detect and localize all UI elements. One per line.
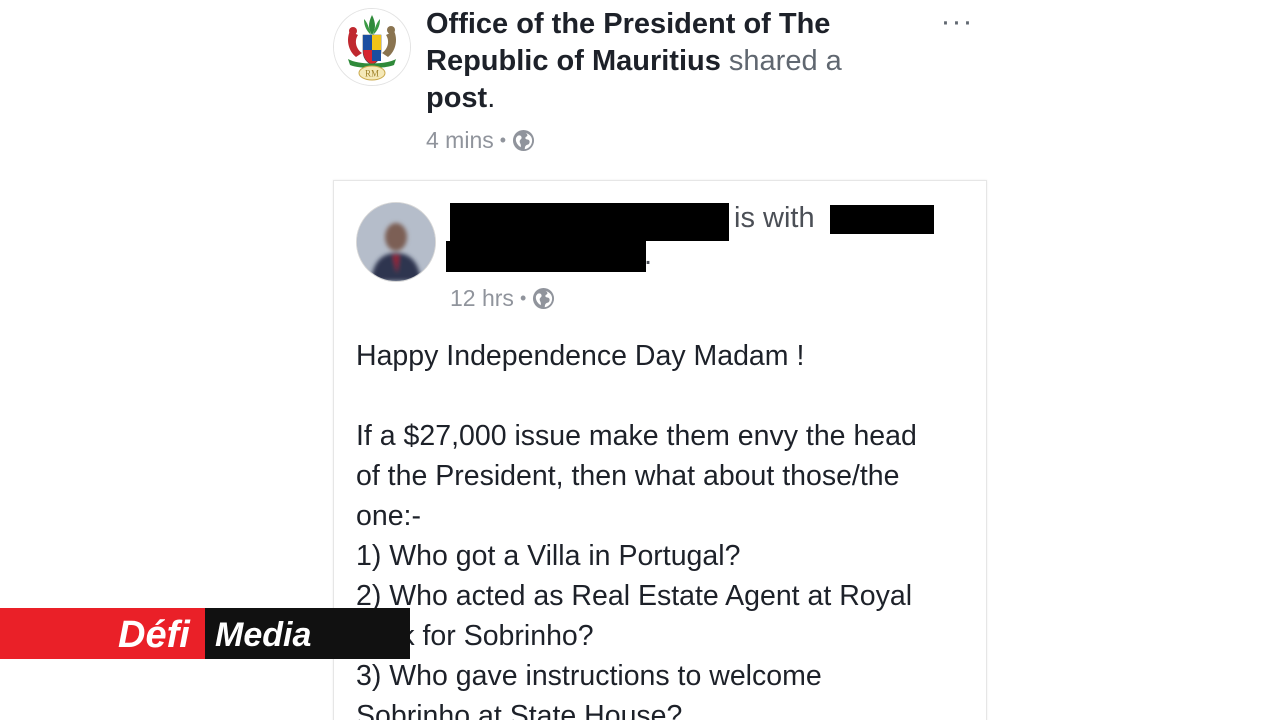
meta-separator: •: [519, 288, 527, 308]
globe-icon: [533, 287, 555, 310]
post-line: Happy Independence Day Madam !: [356, 340, 805, 372]
is-with-text: is with: [734, 202, 815, 234]
globe-icon: [513, 129, 535, 152]
share-timestamp[interactable]: 4 mins: [426, 127, 494, 154]
watermark-brand-media: Media: [215, 616, 312, 654]
redacted-tagged-name: [830, 205, 934, 234]
post-body-text: Happy Independence Day Madam ! If a $27,…: [356, 336, 976, 720]
post-line-blank: [356, 376, 976, 416]
watermark-brand-defi: Défi: [118, 614, 190, 656]
post-timestamp[interactable]: 12 hrs: [450, 285, 514, 312]
post-line: one:-: [356, 500, 421, 532]
post-line: 1) Who got a Villa in Portugal?: [356, 540, 741, 572]
post-line: Park for Sobrinho?: [356, 620, 594, 652]
shared-a-text: shared a: [728, 45, 842, 77]
post-line: of the President, then what about those/…: [356, 460, 900, 492]
coat-of-arms-icon: RM: [334, 9, 410, 85]
page-avatar[interactable]: RM: [333, 8, 411, 86]
post-line: Sobrinho at State House?: [356, 700, 683, 720]
meta-separator: •: [499, 130, 507, 150]
post-link[interactable]: post: [426, 82, 487, 114]
blurred-profile-photo-icon: [357, 203, 435, 281]
user-avatar[interactable]: [356, 202, 436, 282]
post-line: 3) Who gave instructions to welcome: [356, 660, 822, 692]
shared-post-card: is with . 12 hrs • Happy Independence Da…: [333, 180, 987, 720]
share-header-text: Office of the President of The Republic …: [426, 6, 906, 117]
post-line: 2) Who acted as Real Estate Agent at Roy…: [356, 580, 913, 612]
svg-text:RM: RM: [365, 69, 379, 79]
screenshot: RM Office of the President of The Republ…: [0, 0, 1280, 720]
redacted-author-name: [450, 203, 729, 241]
tagged-period: .: [644, 239, 653, 271]
share-meta: 4 mins •: [426, 127, 535, 154]
header-period: .: [487, 82, 496, 114]
post-line: If a $27,000 issue make them envy the he…: [356, 420, 917, 452]
post-meta: 12 hrs •: [450, 285, 555, 312]
more-options-icon[interactable]: ···: [937, 2, 977, 42]
more-options-glyph: ···: [940, 5, 974, 38]
redacted-tagged-name-continued: [446, 241, 646, 272]
